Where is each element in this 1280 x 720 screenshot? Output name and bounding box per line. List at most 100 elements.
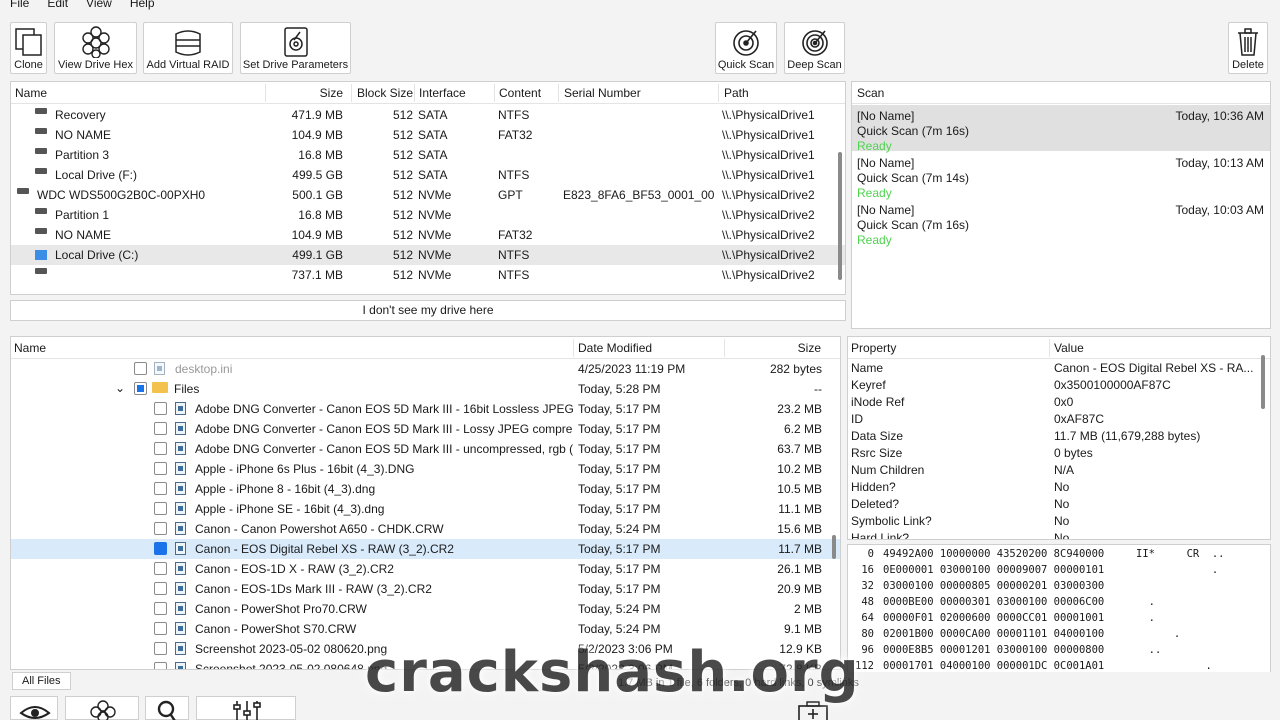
menu-view[interactable]: View [86, 0, 112, 14]
file-checkbox[interactable] [154, 502, 167, 515]
file-checkbox[interactable] [134, 362, 147, 375]
menu-help[interactable]: Help [130, 0, 155, 14]
col-path[interactable]: Path [724, 86, 749, 100]
add-virtual-raid-button[interactable]: Add Virtual RAID [143, 22, 233, 74]
view-drive-hex-button[interactable]: View Drive Hex [54, 22, 137, 74]
menu-file[interactable]: File [10, 0, 29, 14]
tab-all-files[interactable]: All Files [12, 672, 71, 690]
col-serial-number[interactable]: Serial Number [564, 86, 641, 100]
search-button[interactable] [145, 696, 189, 720]
set-drive-parameters-button[interactable]: Set Drive Parameters [240, 22, 351, 74]
scan-item[interactable]: [No Name] Today, 10:13 AM Quick Scan (7m 1… [852, 152, 1270, 200]
col-block-size[interactable]: Block Size [357, 86, 413, 100]
deep-scan-button[interactable]: Deep Scan [784, 22, 845, 74]
drive-content: FAT32 [498, 228, 533, 242]
drive-content: GPT [498, 188, 523, 202]
clone-button[interactable]: Clone [10, 22, 47, 74]
file-row[interactable]: Canon - Canon Powershot A650 - CHDK.CRW T… [11, 519, 840, 539]
col-file-name[interactable]: Name [14, 341, 46, 355]
chevron-down-icon[interactable]: ⌄ [115, 381, 125, 395]
file-row[interactable]: Canon - EOS Digital Rebel XS - RAW (3_2)… [11, 539, 840, 559]
missing-drive-button[interactable]: I don't see my drive here [10, 300, 846, 321]
drive-row[interactable]: NO NAME 104.9 MB 512 SATA FAT32 \\.\PhysicalD… [11, 125, 845, 145]
col-size[interactable]: Size [307, 86, 343, 100]
file-row[interactable]: desktop.ini 4/25/2023 11:19 PM 282 bytes [11, 359, 840, 379]
search-icon [157, 700, 176, 720]
col-content[interactable]: Content [499, 86, 541, 100]
col-interface[interactable]: Interface [419, 86, 466, 100]
drive-row[interactable]: Recovery 471.9 MB 512 SATA NTFS \\.\PhysicalD… [11, 105, 845, 125]
file-checkbox[interactable] [154, 482, 167, 495]
filter-button[interactable] [196, 696, 296, 720]
drive-row[interactable]: Local Drive (F:) 499.5 GB 512 SATA NTFS \\.\P… [11, 165, 845, 185]
property-value: No [1054, 514, 1070, 528]
drive-row[interactable]: 737.1 MB 512 NVMe NTFS \\.\PhysicalDrive2 [11, 265, 845, 285]
drive-row[interactable]: Partition 1 16.8 MB 512 NVMe \\.\PhysicalDri… [11, 205, 845, 225]
properties-scrollbar[interactable] [1261, 355, 1265, 409]
toolbar: Clone View Drive Hex Add Virtual RAID Se… [0, 14, 1280, 78]
file-row[interactable]: Canon - PowerShot S70.CRW Today, 5:24 PM 9… [11, 619, 840, 639]
preview-button[interactable] [10, 696, 58, 720]
drive-path: \\.\PhysicalDrive2 [722, 188, 815, 202]
file-row[interactable]: Apple - iPhone 8 - 16bit (4_3).dng Today,… [11, 479, 840, 499]
image-file-icon [175, 562, 186, 575]
file-date: Today, 5:17 PM [578, 562, 661, 576]
drive-row[interactable]: WDC WDS500G2B0C-00PXH0 500.1 GB 512 NVMe GPT… [11, 185, 845, 205]
image-file-icon [175, 662, 186, 669]
file-row[interactable]: Canon - EOS-1D X - RAW (3_2).CR2 Today, 5… [11, 559, 840, 579]
folder-checkbox[interactable] [134, 382, 147, 395]
file-row[interactable]: Adobe DNG Converter - Canon EOS 5D Mark … [11, 439, 840, 459]
file-name: Canon - PowerShot Pro70.CRW [195, 602, 367, 616]
col-name[interactable]: Name [15, 86, 47, 100]
hex-ascii: . [1136, 660, 1212, 672]
file-name: Canon - EOS-1D X - RAW (3_2).CR2 [195, 562, 394, 576]
file-checkbox[interactable] [154, 642, 167, 655]
col-file-size[interactable]: Size [771, 341, 821, 355]
drive-size: 104.9 MB [291, 128, 343, 142]
file-size: 20.9 MB [777, 582, 822, 596]
file-checkbox[interactable] [154, 562, 167, 575]
quick-scan-button[interactable]: Quick Scan [715, 22, 777, 74]
scan-item[interactable]: [No Name] Today, 10:03 AM Quick Scan (7m 1… [852, 199, 1270, 247]
file-checkbox[interactable] [154, 622, 167, 635]
drive-icon [35, 168, 47, 174]
file-row[interactable]: ⌄ Files Today, 5:28 PM -- [11, 379, 840, 399]
menu-edit[interactable]: Edit [47, 0, 68, 14]
file-checkbox[interactable] [154, 662, 167, 669]
file-checkbox[interactable] [154, 462, 167, 475]
file-checkbox[interactable] [154, 442, 167, 455]
drive-row[interactable]: Partition 3 16.8 MB 512 SATA \\.\PhysicalDri… [11, 145, 845, 165]
drive-path: \\.\PhysicalDrive1 [722, 148, 815, 162]
drive-path: \\.\PhysicalDrive2 [722, 228, 815, 242]
file-checkbox[interactable] [154, 542, 167, 555]
files-scrollbar[interactable] [832, 535, 836, 559]
file-checkbox[interactable] [154, 522, 167, 535]
drive-row[interactable]: Local Drive (C:) 499.1 GB 512 NVMe NTFS \\.\P… [11, 245, 845, 265]
col-date-modified[interactable]: Date Modified [578, 341, 652, 355]
file-row[interactable]: Adobe DNG Converter - Canon EOS 5D Mark … [11, 419, 840, 439]
drive-serial: E823_8FA6_BF53_0001_001B... [563, 188, 715, 202]
delete-button[interactable]: Delete [1228, 22, 1268, 74]
hex-offset: 16 [861, 564, 874, 576]
drive-name: WDC WDS500G2B0C-00PXH0 [37, 188, 206, 202]
property-value: 11.7 MB (11,679,288 bytes) [1054, 429, 1201, 443]
drive-size: 471.9 MB [291, 108, 343, 122]
file-row[interactable]: Canon - PowerShot Pro70.CRW Today, 5:24 P… [11, 599, 840, 619]
eye-icon [19, 706, 51, 719]
file-checkbox[interactable] [154, 402, 167, 415]
drive-row[interactable]: NO NAME 104.9 MB 512 NVMe FAT32 \\.\PhysicalD… [11, 225, 845, 245]
property-key: Num Children [851, 463, 925, 477]
file-checkbox[interactable] [154, 602, 167, 615]
file-checkbox[interactable] [154, 422, 167, 435]
file-row[interactable]: Canon - EOS-1Ds Mark III - RAW (3_2).CR2… [11, 579, 840, 599]
file-row[interactable]: Apple - iPhone 6s Plus - 16bit (4_3).DNG… [11, 459, 840, 479]
drives-scrollbar[interactable] [838, 152, 842, 280]
hex-view-button[interactable] [65, 696, 139, 720]
property-key: ID [851, 412, 863, 426]
file-row[interactable]: Adobe DNG Converter - Canon EOS 5D Mark … [11, 399, 840, 419]
image-file-icon [175, 622, 186, 635]
property-value: 0 bytes [1054, 446, 1093, 460]
file-checkbox[interactable] [154, 582, 167, 595]
file-row[interactable]: Apple - iPhone SE - 16bit (4_3).dng Today… [11, 499, 840, 519]
scan-item[interactable]: [No Name] Today, 10:36 AM Quick Scan (7m 1… [852, 105, 1270, 153]
